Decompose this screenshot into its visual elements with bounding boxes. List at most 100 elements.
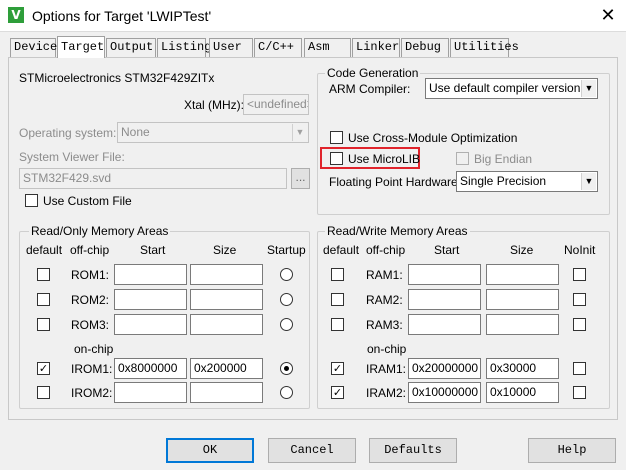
keil-uvision-icon: V	[8, 7, 24, 23]
ram-header-start: Start	[434, 243, 460, 257]
big-endian-checkbox[interactable]	[456, 152, 469, 165]
svf-input[interactable]: STM32F429.svd	[19, 168, 287, 189]
svf-label: System Viewer File:	[19, 150, 125, 164]
tab-utilities[interactable]: Utilities	[450, 38, 519, 57]
use-custom-file-checkbox[interactable]	[25, 194, 38, 207]
defaults-button[interactable]: Defaults	[369, 438, 457, 463]
rom-startup-radio[interactable]	[280, 386, 293, 399]
rom-start-input[interactable]	[114, 264, 187, 285]
arm-compiler-select[interactable]: Use default compiler version 5 ▼	[425, 78, 598, 99]
rom-size-input[interactable]	[190, 382, 263, 403]
tab-target[interactable]: Target	[57, 36, 105, 58]
chevron-down-icon: ▼	[292, 124, 307, 141]
use-microlib-label: Use MicroLIB	[348, 152, 421, 166]
ram-size-input[interactable]: 0x30000	[486, 358, 559, 379]
ram-noinit-checkbox[interactable]	[573, 362, 586, 375]
ram-start-input[interactable]	[408, 314, 481, 335]
ram-onchip-label: on-chip	[367, 342, 407, 356]
ram-row-name: IRAM2:	[366, 386, 407, 400]
rom-size-input[interactable]	[190, 289, 263, 310]
ram-noinit-checkbox[interactable]	[573, 386, 586, 399]
rom-size-input[interactable]: 0x200000	[190, 358, 263, 379]
ram-size-input[interactable]	[486, 264, 559, 285]
tab-listing[interactable]: Listing	[157, 38, 211, 57]
fpu-label: Floating Point Hardware:	[329, 175, 462, 189]
rom-startup-radio[interactable]	[280, 268, 293, 281]
tab-asm[interactable]: Asm	[304, 38, 351, 57]
ram-size-input[interactable]: 0x10000	[486, 382, 559, 403]
tab-output[interactable]: Output	[106, 38, 156, 57]
rom-size-input[interactable]	[190, 264, 263, 285]
rom-startup-radio[interactable]	[280, 362, 293, 375]
ram-noinit-checkbox[interactable]	[573, 318, 586, 331]
ram-noinit-checkbox[interactable]	[573, 268, 586, 281]
big-endian-label: Big Endian	[474, 152, 533, 166]
ram-row-name: RAM1:	[366, 268, 403, 282]
ram-header-default: default	[323, 243, 360, 257]
ram-start-input[interactable]	[408, 264, 481, 285]
tab-c-cpp[interactable]: C/C++	[254, 38, 302, 57]
rom-default-checkbox[interactable]: ✓	[37, 362, 50, 375]
check-icon: ✓	[332, 386, 343, 399]
ram-default-checkbox[interactable]	[331, 293, 344, 306]
ram-default-checkbox[interactable]: ✓	[331, 362, 344, 375]
cancel-button[interactable]: Cancel	[268, 438, 356, 463]
use-microlib-checkbox[interactable]	[330, 152, 343, 165]
chevron-down-icon: ▼	[581, 173, 596, 190]
os-select[interactable]: None ▼	[117, 122, 309, 143]
rom-areas-title: Read/Only Memory Areas	[29, 224, 171, 238]
rom-startup-radio[interactable]	[280, 318, 293, 331]
rom-default-checkbox[interactable]	[37, 293, 50, 306]
ram-size-input[interactable]	[486, 289, 559, 310]
fpu-select[interactable]: Single Precision ▼	[456, 171, 598, 192]
ram-header-size: Size	[510, 243, 534, 257]
tab-user[interactable]: User	[209, 38, 253, 57]
rom-row-name: ROM3:	[71, 318, 110, 332]
rom-start-input[interactable]	[114, 382, 187, 403]
rom-default-checkbox[interactable]	[37, 268, 50, 281]
rom-startup-radio[interactable]	[280, 293, 293, 306]
rom-row-name: IROM1:	[71, 362, 113, 376]
window-title: Options for Target 'LWIPTest'	[32, 8, 212, 24]
os-label: Operating system:	[19, 126, 117, 140]
ram-default-checkbox[interactable]	[331, 318, 344, 331]
ram-areas-title: Read/Write Memory Areas	[325, 224, 470, 238]
xtal-input[interactable]: <undefined>	[243, 94, 309, 115]
rom-start-input[interactable]	[114, 289, 187, 310]
rom-header-size: Size	[213, 243, 237, 257]
rom-header-default: default	[26, 243, 63, 257]
rom-default-checkbox[interactable]	[37, 386, 50, 399]
close-icon[interactable]: ✕	[596, 4, 620, 26]
rom-header-offchip: off-chip	[70, 243, 110, 257]
ram-size-input[interactable]	[486, 314, 559, 335]
rom-start-input[interactable]	[114, 314, 187, 335]
arm-compiler-value: Use default compiler version 5	[429, 81, 591, 95]
help-button[interactable]: Help	[528, 438, 616, 463]
ram-start-input[interactable]	[408, 289, 481, 310]
ram-start-input[interactable]: 0x20000000	[408, 358, 481, 379]
ram-start-input[interactable]: 0x10000000	[408, 382, 481, 403]
ram-noinit-checkbox[interactable]	[573, 293, 586, 306]
tab-device[interactable]: Device	[10, 38, 57, 57]
title-bar: V Options for Target 'LWIPTest' ✕	[0, 0, 626, 31]
tab-linker[interactable]: Linker	[352, 38, 400, 57]
rom-row-name: ROM2:	[71, 293, 110, 307]
rom-row-name: ROM1:	[71, 268, 110, 282]
tab-debug[interactable]: Debug	[401, 38, 449, 57]
device-name: STMicroelectronics STM32F429ZITx	[19, 71, 215, 85]
rom-start-input[interactable]: 0x8000000	[114, 358, 187, 379]
svf-browse-button[interactable]: ...	[291, 168, 310, 189]
rom-default-checkbox[interactable]	[37, 318, 50, 331]
check-icon: ✓	[332, 362, 343, 375]
check-icon: ✓	[38, 362, 49, 375]
chevron-down-icon: ▼	[581, 80, 596, 97]
rom-header-start: Start	[140, 243, 166, 257]
cross-module-checkbox[interactable]	[330, 131, 343, 144]
code-generation-title: Code Generation	[325, 66, 421, 80]
ok-button[interactable]: OK	[166, 438, 254, 463]
cross-module-label: Use Cross-Module Optimization	[348, 131, 518, 145]
rom-size-input[interactable]	[190, 314, 263, 335]
ram-header-offchip: off-chip	[366, 243, 406, 257]
ram-default-checkbox[interactable]: ✓	[331, 386, 344, 399]
ram-default-checkbox[interactable]	[331, 268, 344, 281]
